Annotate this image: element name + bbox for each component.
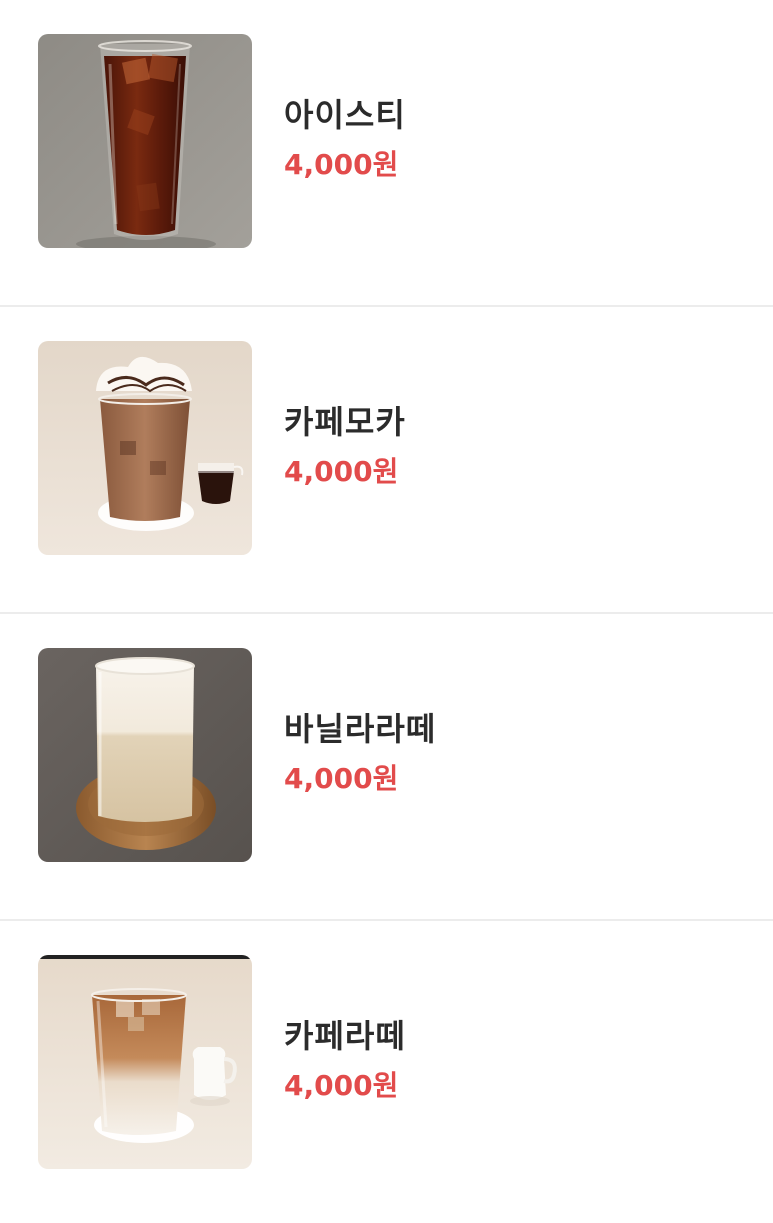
item-info: 바닐라라떼 4,000원 (284, 709, 436, 796)
item-name: 바닐라라떼 (284, 710, 437, 748)
menu-item-iced-tea[interactable]: 아이스티 4,000원 (0, 0, 773, 307)
item-price: 4,000원 (284, 455, 399, 488)
item-price: 4,000원 (284, 762, 399, 795)
item-info: 카페모카 4,000원 (284, 402, 406, 489)
item-info: 아이스티 4,000원 (284, 95, 406, 182)
vanilla-latte-image[interactable] (38, 648, 252, 862)
menu-list: 아이스티 4,000원 카페모카 4,000원 바닐라라떼 4,000원 카페라… (0, 0, 773, 1223)
item-info: 카페라떼 4,000원 (284, 1016, 406, 1103)
item-name: 카페모카 (284, 403, 406, 441)
cafe-mocha-image[interactable] (38, 341, 252, 555)
menu-item-cafe-mocha[interactable]: 카페모카 4,000원 (0, 307, 773, 614)
item-price: 4,000원 (284, 1069, 399, 1102)
item-price: 4,000원 (284, 148, 399, 181)
menu-item-vanilla-latte[interactable]: 바닐라라떼 4,000원 (0, 614, 773, 921)
cafe-latte-image[interactable] (38, 955, 252, 1169)
iced-tea-image[interactable] (38, 34, 252, 248)
item-name: 아이스티 (284, 96, 406, 134)
item-name: 카페라떼 (284, 1017, 406, 1055)
menu-item-cafe-latte[interactable]: 카페라떼 4,000원 (0, 921, 773, 1223)
